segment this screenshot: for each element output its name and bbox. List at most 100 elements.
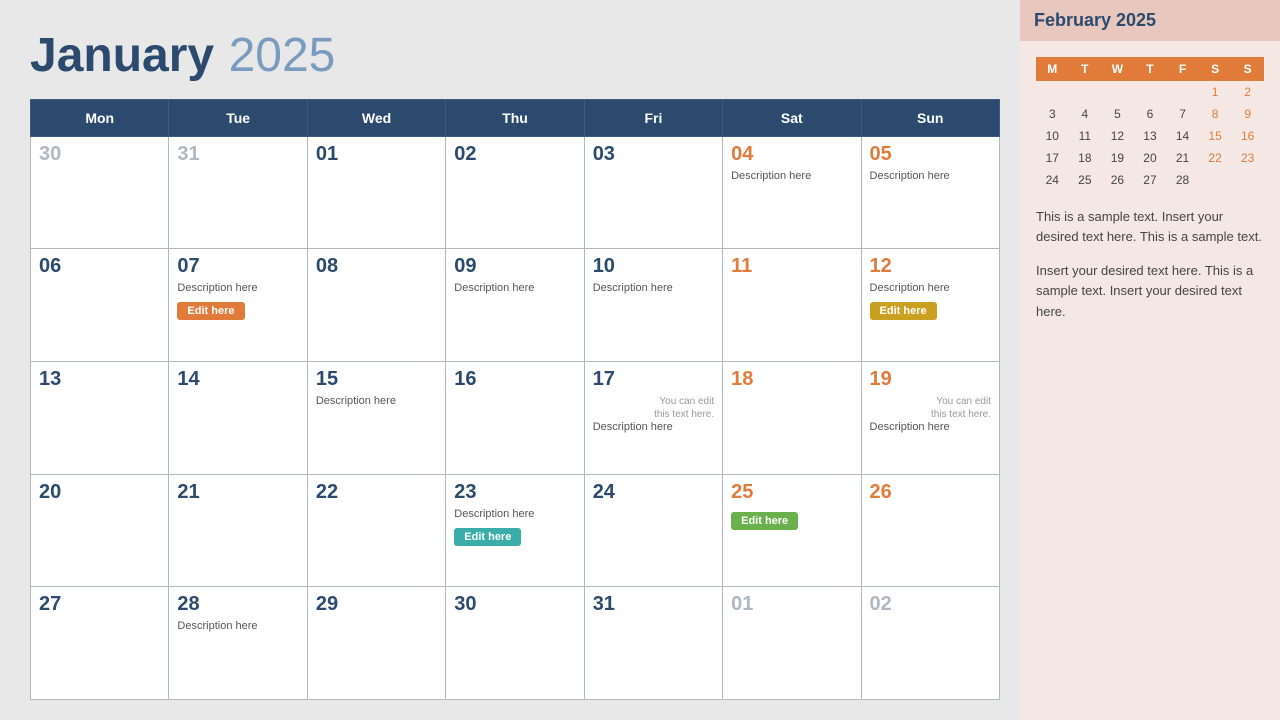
mini-calendar-cell: 2 — [1231, 81, 1264, 103]
calendar-cell: 19You can edit this text here.Descriptio… — [861, 362, 999, 475]
mini-calendar-cell: 22 — [1199, 147, 1232, 169]
calendar-cell: 31 — [169, 136, 307, 249]
calendar-cell: 05 Description here — [861, 136, 999, 249]
mini-calendar-cell: 6 — [1134, 103, 1167, 125]
day-number: 29 — [316, 593, 437, 616]
calendar-cell: 26 — [861, 474, 999, 587]
mini-calendar-cell: 15 — [1199, 125, 1232, 147]
mini-calendar-cell: 14 — [1166, 125, 1199, 147]
day-number: 24 — [593, 481, 714, 504]
mini-calendar: MTWTFSS 12345678910111213141516171819202… — [1036, 57, 1264, 191]
mini-calendar-cell: 1 — [1199, 81, 1232, 103]
year-label: 2025 — [229, 29, 336, 82]
calendar-cell: 13 — [31, 362, 169, 475]
calendar-cell: 24 — [584, 474, 722, 587]
mini-calendar-cell: 17 — [1036, 147, 1069, 169]
day-description: Description here — [177, 282, 298, 294]
mini-weekday-header: T — [1134, 57, 1167, 81]
day-description: Description here — [177, 620, 298, 632]
calendar-cell: 01 — [307, 136, 445, 249]
weekday-header: Sun — [861, 99, 999, 136]
mini-calendar-cell: 28 — [1166, 169, 1199, 191]
sidebar-title: February 2025 — [1020, 0, 1280, 41]
page-title: January 2025 — [30, 30, 1000, 83]
calendar-cell: 01 — [723, 587, 861, 700]
calendar-cell: 21 — [169, 474, 307, 587]
day-number: 31 — [593, 593, 714, 616]
mini-calendar-cell: 9 — [1231, 103, 1264, 125]
day-number: 05 — [870, 143, 991, 166]
weekday-header: Fri — [584, 99, 722, 136]
calendar-cell: 17You can edit this text here.Descriptio… — [584, 362, 722, 475]
calendar-cell: 30 — [31, 136, 169, 249]
mini-calendar-cell: 24 — [1036, 169, 1069, 191]
mini-weekday-header: M — [1036, 57, 1069, 81]
calendar-cell: 18 — [723, 362, 861, 475]
edit-button[interactable]: Edit here — [177, 302, 244, 320]
mini-calendar-cell — [1036, 81, 1069, 103]
mini-calendar-cell: 27 — [1134, 169, 1167, 191]
day-number: 14 — [177, 368, 298, 391]
day-description: Description here — [316, 395, 437, 407]
main-calendar: MonTueWedThuFriSatSun 303101020304Descri… — [30, 99, 1000, 700]
mini-calendar-cell — [1101, 81, 1134, 103]
calendar-cell: 31 — [584, 587, 722, 700]
day-number: 07 — [177, 255, 298, 278]
mini-calendar-cell: 7 — [1166, 103, 1199, 125]
main-area: January 2025 MonTueWedThuFriSatSun 30310… — [0, 0, 1020, 720]
day-number: 10 — [593, 255, 714, 278]
mini-calendar-cell: 23 — [1231, 147, 1264, 169]
mini-calendar-cell: 12 — [1101, 125, 1134, 147]
mini-calendar-cell — [1166, 81, 1199, 103]
mini-calendar-cell: 19 — [1101, 147, 1134, 169]
sidebar: February 2025 MTWTFSS 123456789101112131… — [1020, 0, 1280, 720]
mini-calendar-cell: 13 — [1134, 125, 1167, 147]
day-description: Description here — [454, 282, 575, 294]
weekday-header: Wed — [307, 99, 445, 136]
day-number: 31 — [177, 143, 298, 166]
mini-calendar-cell: 4 — [1069, 103, 1102, 125]
calendar-cell: 07 Description here Edit here — [169, 249, 307, 362]
edit-button[interactable]: Edit here — [731, 512, 798, 530]
day-number: 12 — [870, 255, 991, 278]
day-number: 02 — [870, 593, 991, 616]
day-number: 19 — [870, 368, 991, 391]
day-number: 18 — [731, 368, 852, 391]
calendar-cell: 09Description here — [446, 249, 584, 362]
edit-button[interactable]: Edit here — [454, 528, 521, 546]
mini-calendar-cell — [1134, 81, 1167, 103]
day-note: You can edit this text here. — [644, 395, 714, 421]
calendar-cell: 06 — [31, 249, 169, 362]
calendar-cell: 03 — [584, 136, 722, 249]
mini-calendar-cell: 21 — [1166, 147, 1199, 169]
mini-calendar-cell: 3 — [1036, 103, 1069, 125]
edit-button[interactable]: Edit here — [870, 302, 937, 320]
sidebar-text-1: This is a sample text. Insert your desir… — [1036, 207, 1264, 247]
calendar-cell: 02 — [861, 587, 999, 700]
calendar-cell: 10 Description here — [584, 249, 722, 362]
mini-calendar-cell — [1231, 169, 1264, 191]
mini-calendar-cell: 25 — [1069, 169, 1102, 191]
calendar-cell: 02 — [446, 136, 584, 249]
weekday-header: Sat — [723, 99, 861, 136]
day-number: 22 — [316, 481, 437, 504]
mini-calendar-cell: 11 — [1069, 125, 1102, 147]
day-number: 26 — [870, 481, 991, 504]
day-description: Description here — [870, 170, 991, 182]
calendar-cell: 04Description here — [723, 136, 861, 249]
day-number: 16 — [454, 368, 575, 391]
day-number: 30 — [454, 593, 575, 616]
day-number: 25 — [731, 481, 852, 504]
mini-calendar-cell: 16 — [1231, 125, 1264, 147]
calendar-cell: 20 — [31, 474, 169, 587]
calendar-cell: 08 — [307, 249, 445, 362]
mini-weekday-header: S — [1199, 57, 1232, 81]
day-description: Description here — [593, 282, 714, 294]
day-description: Description here — [731, 170, 852, 182]
calendar-cell: 16 — [446, 362, 584, 475]
calendar-cell: 11 — [723, 249, 861, 362]
mini-calendar-cell — [1199, 169, 1232, 191]
day-number: 02 — [454, 143, 575, 166]
weekday-header: Thu — [446, 99, 584, 136]
mini-calendar-cell — [1069, 81, 1102, 103]
